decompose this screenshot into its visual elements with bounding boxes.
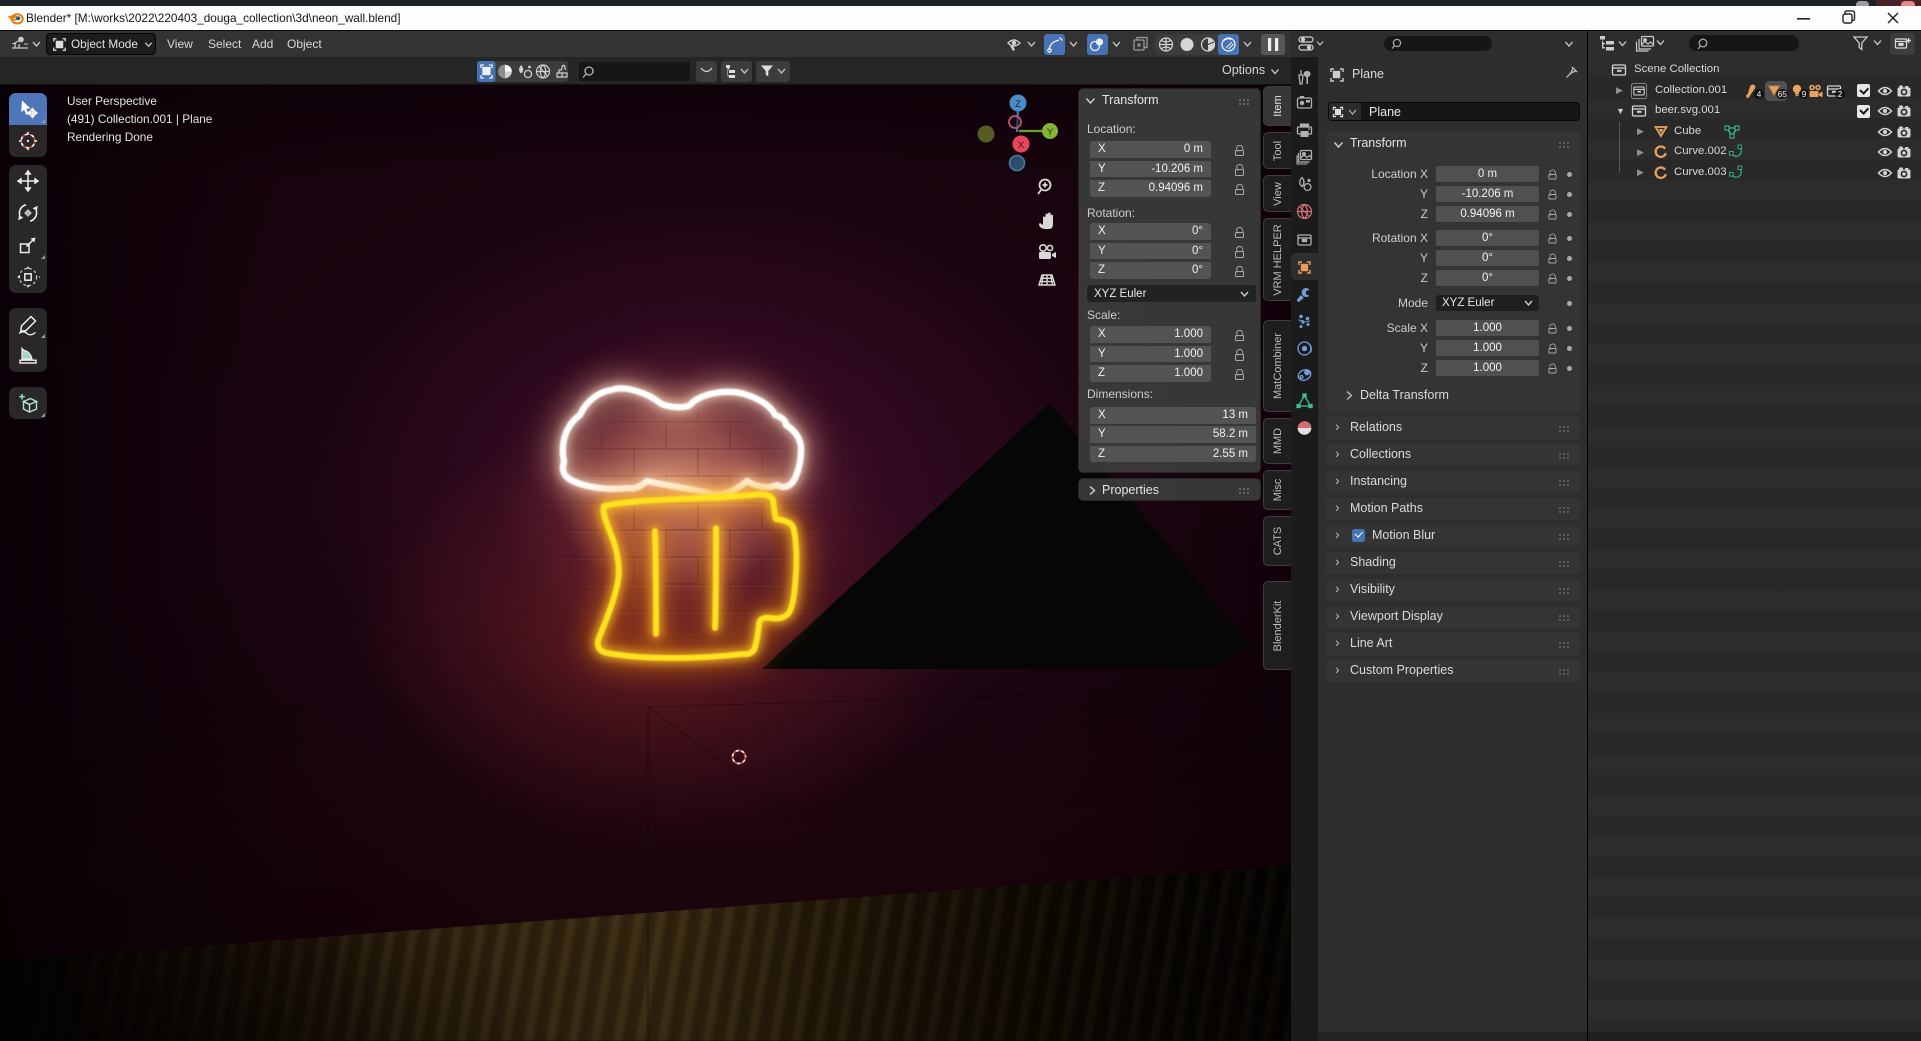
svg-text:Z: Z	[1015, 99, 1021, 110]
svg-text:X: X	[1018, 140, 1025, 151]
svg-text:Y: Y	[1047, 127, 1054, 138]
